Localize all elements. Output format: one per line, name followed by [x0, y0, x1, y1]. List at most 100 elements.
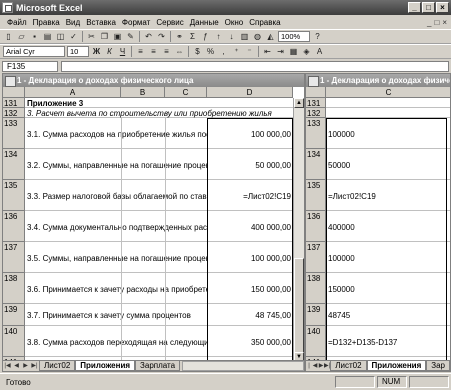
- cell-description[interactable]: 3.8. Сумма расходов переходящая на следу…: [25, 338, 207, 348]
- print-preview-icon[interactable]: ◫: [55, 31, 66, 42]
- cell-description[interactable]: 3.5. Суммы, направленные на погашение пр…: [25, 254, 207, 264]
- open-icon[interactable]: ▱: [16, 31, 27, 42]
- cell-value[interactable]: 100 000,00: [207, 254, 293, 264]
- cell-value[interactable]: 350 000,00: [207, 338, 293, 348]
- minimize-button[interactable]: _: [408, 2, 421, 13]
- row-header[interactable]: 136: [3, 211, 25, 242]
- column-header-a[interactable]: A: [25, 87, 121, 98]
- row-header[interactable]: 136: [306, 211, 326, 242]
- cell-formula[interactable]: 150000: [326, 285, 450, 295]
- workbook-title-right[interactable]: 1 - Декларация о доходах физического лиц…: [306, 74, 450, 87]
- format-painter-icon[interactable]: ✎: [125, 31, 136, 42]
- paste-icon[interactable]: ▣: [112, 31, 123, 42]
- sheet-tab-list02[interactable]: Лист02: [330, 361, 367, 371]
- help-icon[interactable]: ?: [312, 31, 323, 42]
- row-header[interactable]: 137: [306, 242, 326, 273]
- cell-value[interactable]: 400 000,00: [207, 223, 293, 233]
- sheet-tab-appendix[interactable]: Приложения: [366, 361, 427, 371]
- menu-view[interactable]: Вид: [63, 18, 83, 27]
- prev-sheet-icon[interactable]: ◀: [12, 362, 21, 371]
- first-sheet-icon[interactable]: |◀: [3, 362, 12, 371]
- row-header[interactable]: 140: [306, 326, 326, 357]
- column-header-b[interactable]: B: [121, 87, 165, 98]
- row-header[interactable]: 140: [3, 326, 25, 357]
- cell-formula[interactable]: 100000: [326, 254, 450, 264]
- undo-icon[interactable]: ↶: [143, 31, 154, 42]
- cell-value[interactable]: =Лист02!C19: [207, 192, 293, 202]
- function-icon[interactable]: ƒ: [200, 31, 211, 42]
- map-icon[interactable]: ◍: [252, 31, 263, 42]
- italic-icon[interactable]: К: [104, 46, 115, 57]
- increase-decimal-icon[interactable]: ⁺: [231, 46, 242, 57]
- name-box[interactable]: F135: [2, 60, 58, 72]
- hyperlink-icon[interactable]: ⚭: [174, 31, 185, 42]
- spelling-icon[interactable]: ✓: [68, 31, 79, 42]
- sort-descending-icon[interactable]: ↓: [226, 31, 237, 42]
- scroll-thumb[interactable]: [294, 258, 304, 358]
- column-header-c[interactable]: C: [165, 87, 207, 98]
- row-header[interactable]: 131: [306, 98, 326, 108]
- workbook-close-button[interactable]: ×: [442, 18, 447, 27]
- cell-value[interactable]: 150 000,00: [207, 285, 293, 295]
- new-icon[interactable]: ▯: [3, 31, 14, 42]
- formula-input[interactable]: [61, 60, 449, 72]
- cut-icon[interactable]: ✂: [86, 31, 97, 42]
- font-size-select[interactable]: 10: [67, 46, 89, 57]
- cell-formula[interactable]: =Лист02!C19: [326, 192, 450, 202]
- sheet-tab-appendix[interactable]: Приложения: [75, 361, 136, 371]
- close-button[interactable]: ×: [436, 2, 449, 13]
- cell-formula[interactable]: 50000: [326, 161, 450, 171]
- cell-description[interactable]: 3.7. Принимается к зачету сумма проценто…: [25, 311, 207, 321]
- merge-center-icon[interactable]: ⇔: [174, 46, 185, 57]
- workbook-title-left[interactable]: 1 - Декларация о доходах физического лиц…: [3, 74, 304, 87]
- decrease-decimal-icon[interactable]: ⁻: [244, 46, 255, 57]
- cell-description[interactable]: Приложение 3: [25, 99, 293, 109]
- sheet-tab-salary[interactable]: Зар: [426, 361, 450, 371]
- cell-value[interactable]: 48 745,00: [207, 311, 293, 321]
- save-icon[interactable]: ▪: [29, 31, 40, 42]
- row-header[interactable]: 137: [3, 242, 25, 273]
- menu-help[interactable]: Справка: [246, 18, 283, 27]
- cell-formula[interactable]: =D132+D135-D137: [326, 338, 450, 348]
- column-header-d[interactable]: D: [207, 87, 293, 98]
- autosum-icon[interactable]: Σ: [187, 31, 198, 42]
- underline-icon[interactable]: Ч: [117, 46, 128, 57]
- cell-description[interactable]: 3.2. Суммы, направленные на погашение пр…: [25, 161, 207, 171]
- cell-value[interactable]: 50 000,00: [207, 161, 293, 171]
- row-header[interactable]: 132: [306, 108, 326, 118]
- row-header[interactable]: 133: [3, 118, 25, 149]
- row-header[interactable]: 131: [3, 98, 25, 108]
- menu-insert[interactable]: Вставка: [83, 18, 119, 27]
- menu-data[interactable]: Данные: [187, 18, 222, 27]
- menu-edit[interactable]: Правка: [30, 18, 63, 27]
- menu-file[interactable]: Файл: [4, 18, 30, 27]
- align-right-icon[interactable]: ≡: [161, 46, 172, 57]
- cell-description[interactable]: 3.1. Сумма расходов на приобретение жиль…: [25, 130, 207, 140]
- font-color-icon[interactable]: A: [314, 46, 325, 57]
- row-header[interactable]: 132: [3, 108, 25, 118]
- last-sheet-icon[interactable]: ▶|: [30, 362, 39, 371]
- cell-description[interactable]: 3.4. Сумма документально подтвержденных …: [25, 223, 207, 233]
- row-header[interactable]: 139: [3, 304, 25, 326]
- copy-icon[interactable]: ❐: [99, 31, 110, 42]
- row-header[interactable]: 134: [306, 149, 326, 180]
- decrease-indent-icon[interactable]: ⇤: [262, 46, 273, 57]
- cell-formula[interactable]: 100000: [326, 130, 450, 140]
- print-icon[interactable]: ▤: [42, 31, 53, 42]
- currency-icon[interactable]: $: [192, 46, 203, 57]
- borders-icon[interactable]: ▦: [288, 46, 299, 57]
- menu-window[interactable]: Окно: [222, 18, 247, 27]
- font-name-select[interactable]: Arial Cyr: [3, 46, 65, 57]
- row-header[interactable]: 135: [306, 180, 326, 211]
- cell-formula[interactable]: 400000: [326, 223, 450, 233]
- cell-description[interactable]: 3.3. Размер налоговой базы облагаемой по…: [25, 192, 207, 202]
- excel-app-icon[interactable]: [2, 2, 13, 13]
- horizontal-scrollbar-left[interactable]: [182, 361, 304, 371]
- fill-color-icon[interactable]: ◈: [301, 46, 312, 57]
- thousands-icon[interactable]: ,: [218, 46, 229, 57]
- cell-value[interactable]: 100 000,00: [207, 130, 293, 140]
- sheet-tab-list02[interactable]: Лист02: [39, 361, 76, 371]
- align-center-icon[interactable]: ≡: [148, 46, 159, 57]
- scroll-up-arrow-icon[interactable]: ▲: [294, 98, 304, 108]
- cell-formula[interactable]: 48745: [326, 311, 450, 321]
